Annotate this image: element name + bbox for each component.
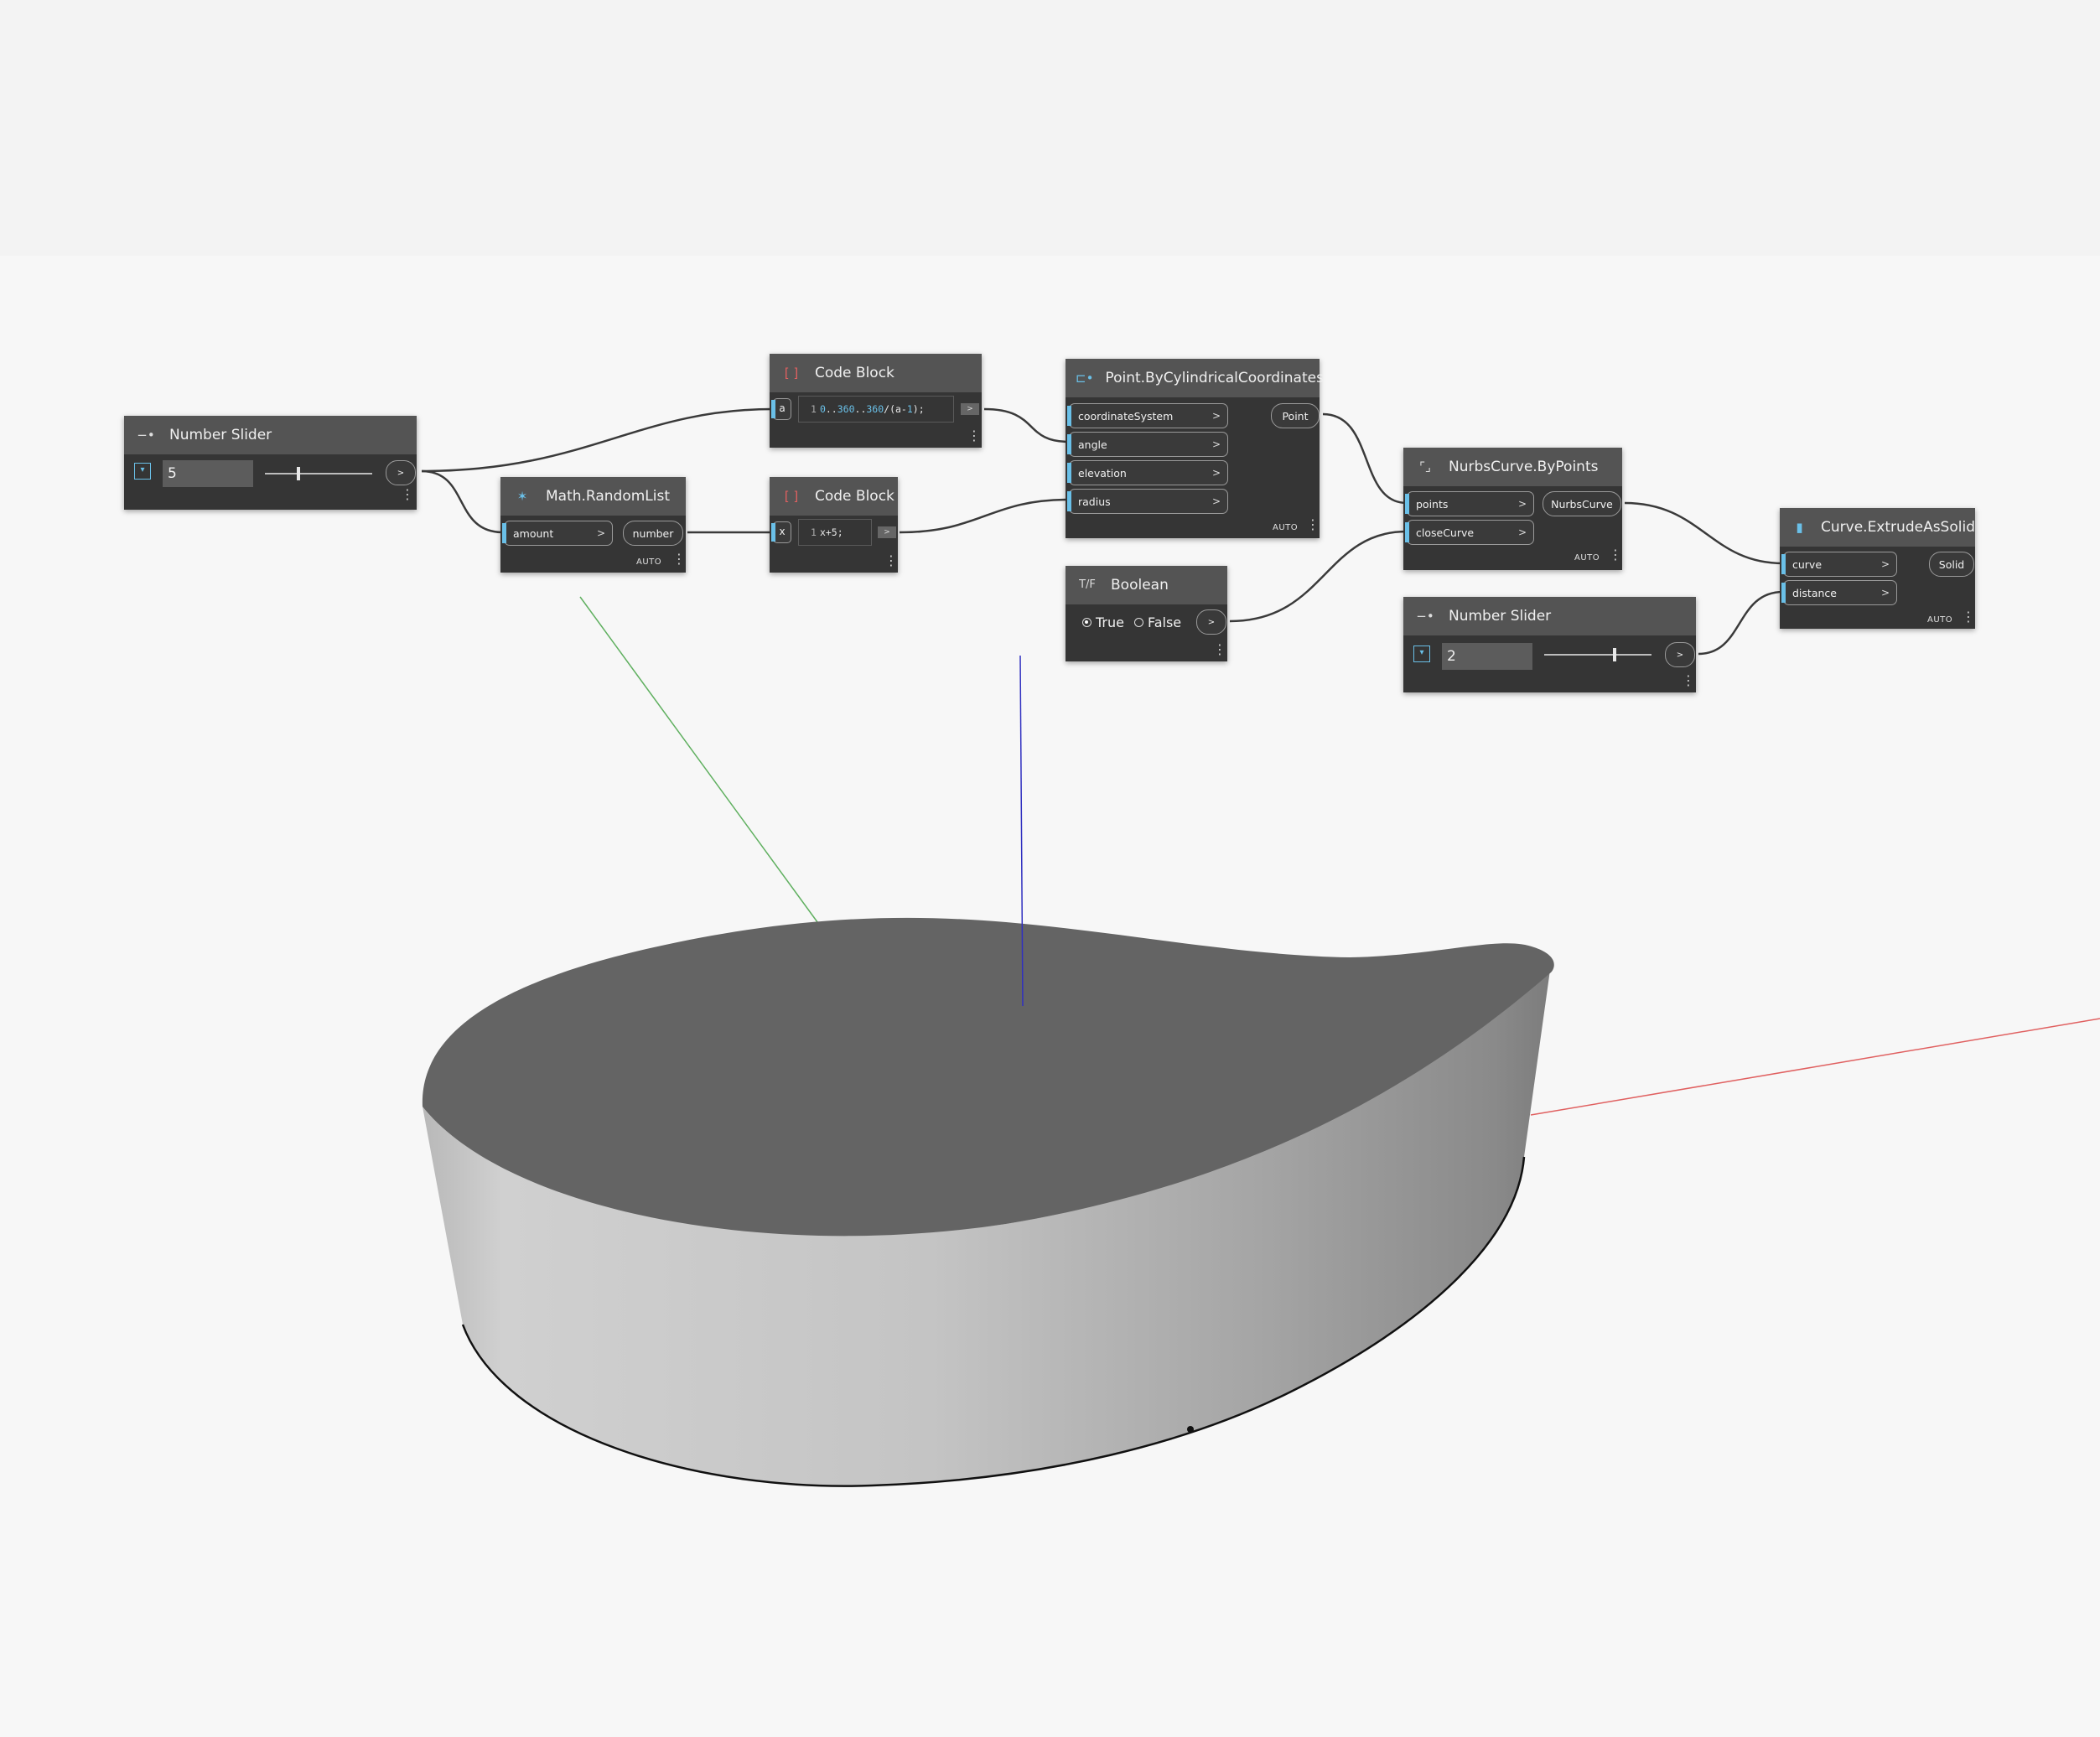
- output-port[interactable]: >: [1665, 642, 1695, 667]
- input-port-elevation[interactable]: elevation >: [1067, 460, 1228, 485]
- input-port-amount[interactable]: amount >: [502, 521, 613, 546]
- extrude-icon: ▮: [1796, 520, 1803, 535]
- node-title: Number Slider: [169, 427, 272, 443]
- expand-toggle[interactable]: ▾: [134, 463, 151, 480]
- node-menu-icon[interactable]: ⋮: [1682, 674, 1695, 687]
- boolean-node[interactable]: T/F Boolean True False > ⋮: [1066, 566, 1227, 661]
- slider-thumb[interactable]: [297, 467, 300, 480]
- random-list-icon: ✶: [516, 489, 528, 504]
- lacing-label[interactable]: AUTO: [1273, 523, 1298, 532]
- input-port-radius[interactable]: radius >: [1067, 489, 1228, 514]
- node-menu-icon[interactable]: ⋮: [1962, 610, 1975, 624]
- geometry-background: [0, 0, 2100, 1487]
- slider-value-field[interactable]: 5: [163, 460, 253, 487]
- input-port-closecurve[interactable]: closeCurve >: [1405, 520, 1534, 545]
- lacing-label[interactable]: AUTO: [1574, 553, 1600, 563]
- radio-false[interactable]: False: [1133, 614, 1181, 630]
- slider-track[interactable]: [1544, 654, 1651, 656]
- node-header[interactable]: ⌜⌟ NurbsCurve.ByPoints: [1403, 448, 1622, 486]
- y-axis-line: [579, 596, 821, 926]
- output-port-number[interactable]: number: [623, 521, 683, 546]
- slider-track[interactable]: [265, 473, 372, 474]
- curve-point-marker: [1187, 1426, 1194, 1433]
- point-bycylindricalcoordinates-node[interactable]: ⊏• Point.ByCylindricalCoordinates coordi…: [1066, 359, 1324, 538]
- input-port-x[interactable]: x: [771, 521, 791, 543]
- lacing-label[interactable]: AUTO: [636, 557, 661, 567]
- nurbs-curve-icon: ⌜⌟: [1418, 459, 1432, 474]
- code-block-icon: [ ]: [784, 489, 799, 504]
- input-port-distance[interactable]: distance >: [1781, 580, 1897, 605]
- node-header[interactable]: [ ] Code Block: [770, 477, 898, 516]
- expand-toggle[interactable]: ▾: [1413, 646, 1430, 662]
- radio-true-indicator: [1082, 618, 1091, 627]
- input-port-curve[interactable]: curve >: [1781, 552, 1897, 577]
- output-port-solid[interactable]: Solid: [1929, 552, 1974, 577]
- input-port-points[interactable]: points >: [1405, 491, 1534, 516]
- nurbscurve-bypoints-node[interactable]: ⌜⌟ NurbsCurve.ByPoints points > closeCur…: [1403, 448, 1622, 570]
- input-port-coordinatesystem[interactable]: coordinateSystem >: [1067, 403, 1228, 428]
- node-header[interactable]: T/F Boolean: [1066, 566, 1227, 604]
- node-header[interactable]: −• Number Slider: [1403, 597, 1696, 635]
- viewport-top-band: [0, 0, 2100, 256]
- node-menu-icon[interactable]: ⋮: [672, 552, 686, 566]
- input-port-a[interactable]: a: [771, 398, 791, 420]
- node-header[interactable]: [ ] Code Block: [770, 354, 982, 392]
- x-axis-line: [1530, 1018, 2100, 1116]
- code-editor-line[interactable]: 1 0 .. 360 .. 360 /(a- 1 );: [798, 396, 954, 423]
- node-title: Boolean: [1111, 577, 1169, 594]
- point-icon: ⊏•: [1076, 371, 1094, 386]
- radio-false-indicator: [1133, 618, 1143, 627]
- output-port[interactable]: >: [961, 403, 979, 415]
- node-menu-icon[interactable]: ⋮: [884, 554, 898, 568]
- slider-icon: −•: [1416, 609, 1434, 624]
- node-title: Code Block: [815, 365, 894, 381]
- node-title: Number Slider: [1449, 608, 1552, 625]
- code-block-node[interactable]: [ ] Code Block x 1 x+5; > ⋮: [770, 477, 898, 573]
- boolean-icon: T/F: [1079, 578, 1096, 591]
- output-port-point[interactable]: Point: [1271, 403, 1320, 428]
- output-port-nurbscurve[interactable]: NurbsCurve: [1543, 491, 1621, 516]
- node-menu-icon[interactable]: ⋮: [1306, 518, 1320, 531]
- node-title: Point.ByCylindricalCoordinates: [1105, 370, 1324, 386]
- node-header[interactable]: −• Number Slider: [124, 416, 417, 454]
- node-header[interactable]: ✶ Math.RandomList: [500, 477, 686, 516]
- output-port[interactable]: >: [1196, 609, 1226, 635]
- node-title: Math.RandomList: [546, 488, 671, 505]
- slider-icon: −•: [137, 428, 155, 443]
- output-port[interactable]: >: [878, 526, 896, 538]
- code-block-node[interactable]: [ ] Code Block a 1 0 .. 360 .. 360 /(a- …: [770, 354, 982, 448]
- node-title: Code Block: [815, 488, 894, 505]
- code-editor-line[interactable]: 1 x+5;: [798, 519, 872, 546]
- slider-thumb[interactable]: [1613, 648, 1616, 661]
- curve-extrudeassolid-node[interactable]: ▮ Curve.ExtrudeAsSolid curve > distance …: [1780, 508, 1975, 629]
- node-menu-icon[interactable]: ⋮: [1609, 548, 1622, 562]
- output-port[interactable]: >: [386, 460, 416, 485]
- node-header[interactable]: ⊏• Point.ByCylindricalCoordinates: [1066, 359, 1324, 397]
- geometry-viewport[interactable]: [0, 0, 2100, 1734]
- number-slider-node[interactable]: −• Number Slider ▾ 2 > ⋮: [1403, 597, 1696, 692]
- number-slider-node[interactable]: −• Number Slider ▾ 5 > ⋮: [124, 416, 417, 510]
- lacing-label[interactable]: AUTO: [1927, 615, 1952, 625]
- node-title: Curve.ExtrudeAsSolid: [1821, 519, 1975, 536]
- node-menu-icon[interactable]: ⋮: [967, 429, 981, 443]
- node-menu-icon[interactable]: ⋮: [401, 488, 414, 501]
- code-block-icon: [ ]: [784, 366, 799, 381]
- node-header[interactable]: ▮ Curve.ExtrudeAsSolid: [1780, 508, 1975, 547]
- radio-true[interactable]: True: [1082, 614, 1124, 630]
- node-title: NurbsCurve.ByPoints: [1449, 459, 1599, 475]
- slider-value-field[interactable]: 2: [1442, 643, 1532, 670]
- node-menu-icon[interactable]: ⋮: [1213, 643, 1226, 656]
- input-port-angle[interactable]: angle >: [1067, 432, 1228, 457]
- math-randomlist-node[interactable]: ✶ Math.RandomList amount > number AUTO ⋮: [500, 477, 686, 573]
